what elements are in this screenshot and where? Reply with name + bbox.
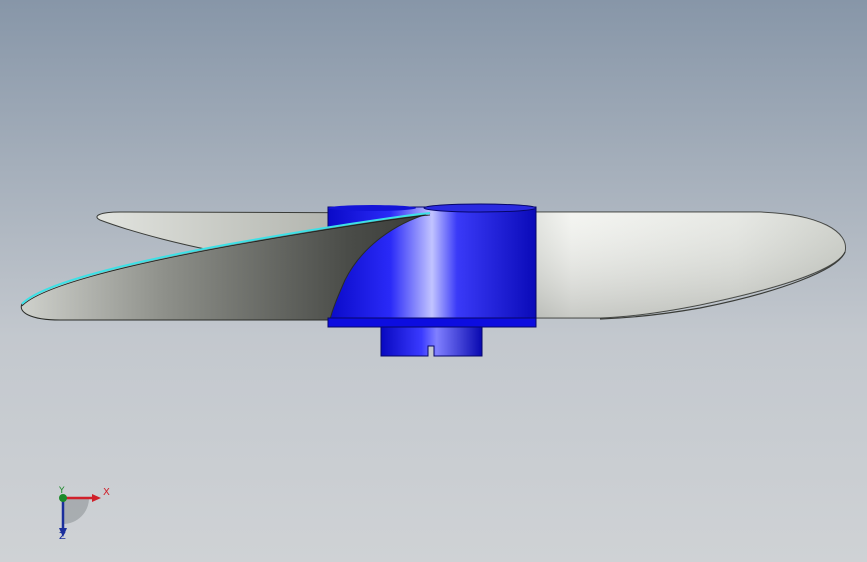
graphics-viewport[interactable]: X Y Z [0,0,867,562]
hub-bottom-ring [327,317,537,328]
hub-top-face-left [328,205,416,211]
propeller-boss[interactable] [380,326,483,357]
triad-axes-graphic [59,494,101,537]
propeller-model[interactable] [0,0,867,562]
orientation-triad[interactable]: X Y Z [40,478,130,548]
triad-z-label: Z [59,531,66,542]
triad-x-label: X [103,487,110,498]
hub-top-face [423,203,537,213]
triad-y-label: Y [59,486,65,496]
